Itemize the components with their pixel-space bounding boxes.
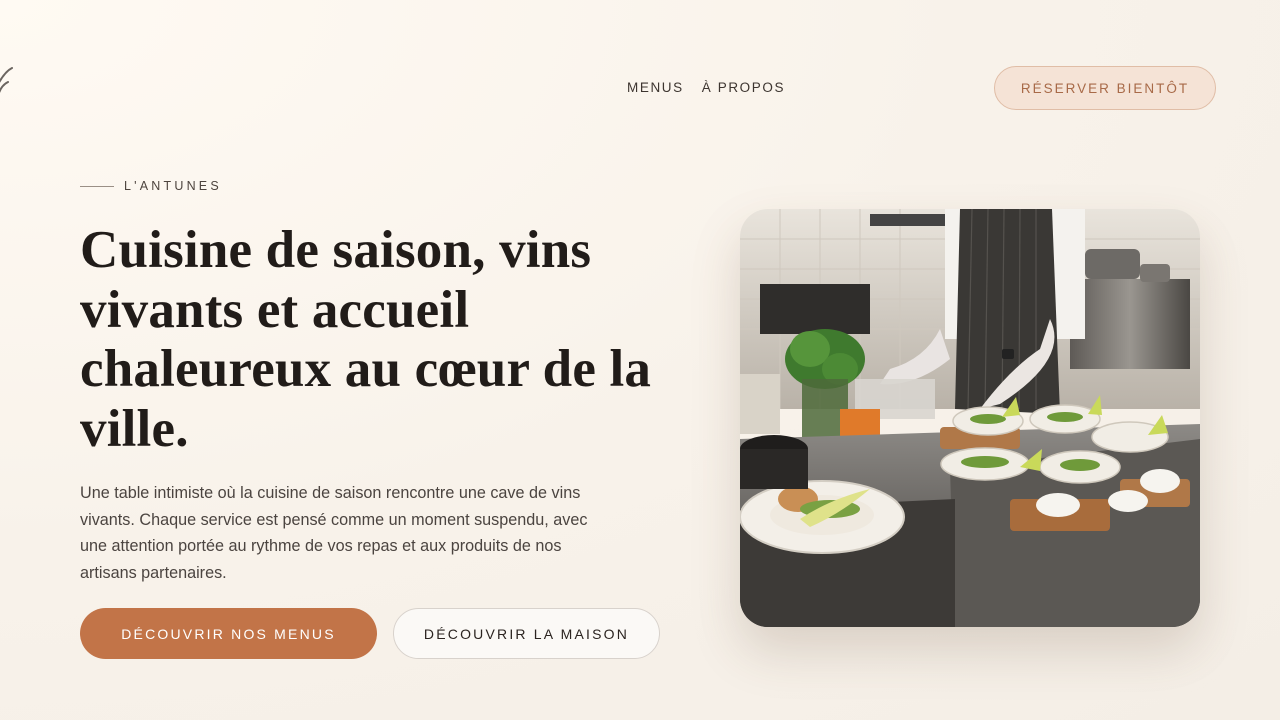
hero-kitchen-image xyxy=(740,209,1200,627)
main-nav: MENUS À PROPOS xyxy=(627,80,785,95)
reserve-button[interactable]: RÉSERVER BIENTÔT xyxy=(994,66,1216,110)
hero-title: Cuisine de saison, vins vivants et accue… xyxy=(80,221,652,458)
discover-menus-button[interactable]: DÉCOUVRIR NOS MENUS xyxy=(80,608,377,659)
nav-item-menus[interactable]: MENUS xyxy=(627,80,684,95)
nav-item-about[interactable]: À PROPOS xyxy=(702,80,785,95)
discover-house-button[interactable]: DÉCOUVRIR LA MAISON xyxy=(393,608,660,659)
eyebrow-divider xyxy=(80,185,114,187)
kitchen-illustration xyxy=(740,209,1200,627)
hero-intro: Une table intimiste où la cuisine de sai… xyxy=(80,484,588,582)
logo-mark-icon[interactable] xyxy=(0,58,18,108)
eyebrow-label: L'ANTUNES xyxy=(124,179,222,193)
hero-eyebrow: L'ANTUNES xyxy=(80,179,222,193)
